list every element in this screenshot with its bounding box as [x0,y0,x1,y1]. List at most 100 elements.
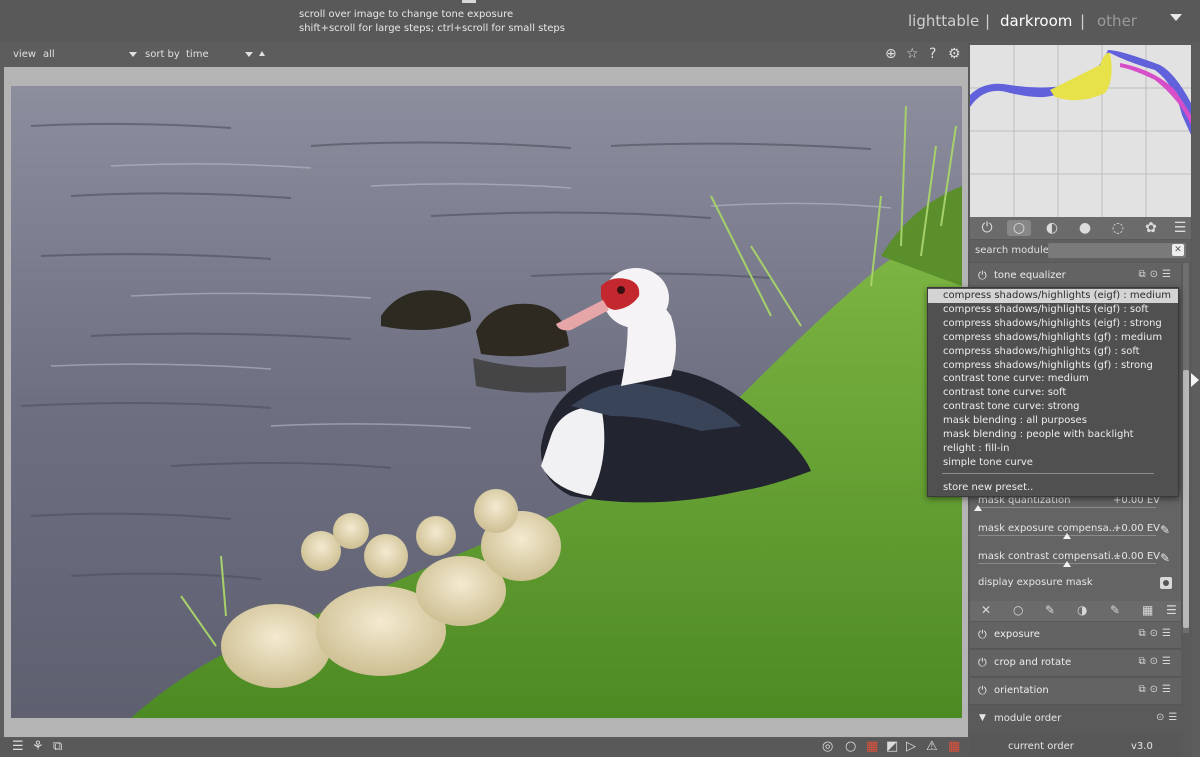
effect-icon[interactable]: ✿ [1143,220,1159,236]
histogram-graph [970,45,1191,217]
power-icon[interactable]: ⏻ [978,684,987,698]
module-order-header[interactable]: ▼ module order ⊙☰ [970,706,1181,732]
star-icon[interactable]: ☆ [906,46,919,62]
param-value: +0.00 EV [1113,551,1160,562]
circle-icon[interactable]: ○ [1007,220,1031,236]
sort-by-label: sort by [145,49,180,60]
param-slider-thumb[interactable] [1063,533,1071,539]
correct-icon[interactable]: ◌ [1110,220,1126,236]
off-icon[interactable]: ✕ [981,603,991,617]
clear-search-icon[interactable]: ✕ [1172,244,1184,256]
module-order-title: module order [994,713,1062,724]
bottom-toolbar: ☰ ⚘ ⧉ ◎ ○ ▦ ◩ ▷ ⚠ ▦ [0,738,968,757]
help-icon[interactable]: ? [929,46,936,62]
preset-item[interactable]: simple tone curve [928,456,1178,470]
drawn-mask-icon[interactable]: ✎ [1045,603,1055,617]
uniform-icon[interactable]: ○ [1013,603,1023,617]
view-switcher: lighttable | darkroom | other [900,0,1200,42]
current-order-row: current order v3.0 [970,733,1181,757]
chevron-down-icon[interactable] [129,52,137,57]
preset-item[interactable]: compress shadows/highlights (eigf) : med… [928,289,1178,303]
scrollbar-thumb[interactable] [1183,370,1189,628]
raster-mask-icon[interactable]: ▦ [1142,603,1153,617]
clipping-indicator-icon[interactable]: ◩ [886,739,898,754]
power-icon[interactable]: ⏻ [978,628,987,642]
module-action-icons[interactable]: ⧉⊙☰ [1139,269,1175,280]
preset-item[interactable]: compress shadows/highlights (eigf) : str… [928,317,1178,331]
view-other-link[interactable]: other [1097,12,1137,30]
menu-icon[interactable]: ☰ [1166,603,1177,617]
module-header-exposure[interactable]: ⏻ exposure ⧉⊙☰ [970,622,1181,649]
quick-access-menu-icon[interactable]: ☰ [12,739,24,754]
drawn-parametric-icon[interactable]: ✎ [1110,603,1120,617]
color-picker-icon[interactable]: ✎ [1160,551,1170,565]
module-header-orientation[interactable]: ⏻ orientation ⧉⊙☰ [970,678,1181,705]
module-action-icons[interactable]: ⧉⊙☰ [1139,628,1175,639]
param-mask-exposure-compensation[interactable]: mask exposure compensa... +0.00 EV ✎ [970,519,1181,547]
expand-triangle-icon[interactable]: ▼ [979,713,986,723]
gamut-check-icon[interactable]: ⚠ [926,739,938,754]
tooltip-text-line2: shift+scroll for large steps; ctrl+scrol… [299,23,565,34]
view-filter-select[interactable]: all [43,49,55,60]
softproof-icon[interactable]: ▷ [906,739,916,754]
sort-by-select[interactable]: time [186,49,209,60]
param-mask-contrast-compensation[interactable]: mask contrast compensati... +0.00 EV ✎ [970,547,1181,575]
param-slider-thumb[interactable] [974,505,982,511]
preset-item[interactable]: mask blending : people with backlight [928,428,1178,442]
duck-photo-image [11,86,962,718]
module-group-tabs: ⏻ ○ ◐ ● ◌ ✿ ☰ [970,217,1191,239]
module-header-tone-equalizer[interactable]: ⏻ tone equalizer ⧉⊙☰ [970,263,1181,290]
display-exposure-mask-row[interactable]: display exposure mask [970,573,1181,601]
collapse-right-panel-icon[interactable] [1191,373,1199,387]
power-icon[interactable]: ⏻ [978,269,987,283]
search-module-input[interactable] [1048,243,1186,258]
view-separator: | [985,12,991,30]
preset-item[interactable]: contrast tone curve: medium [928,372,1178,386]
color-picker-icon[interactable]: ✎ [1160,523,1170,537]
parametric-mask-icon[interactable]: ◑ [1077,603,1087,617]
module-name: exposure [994,629,1040,640]
raw-overexposed-icon[interactable]: ▦ [866,739,878,754]
param-slider-track[interactable] [978,507,1156,508]
preset-item[interactable]: mask blending : all purposes [928,414,1178,428]
module-action-icons[interactable]: ⧉⊙☰ [1139,656,1175,667]
display-mask-label: display exposure mask [978,577,1093,588]
gear-icon[interactable]: ⚙ [948,46,961,62]
guides-icon[interactable]: ▦ [948,739,960,754]
preset-item[interactable]: compress shadows/highlights (gf) : stron… [928,359,1178,373]
module-action-icons[interactable]: ⧉⊙☰ [1139,684,1175,695]
current-order-value: v3.0 [1131,741,1153,752]
views-dropdown-icon[interactable] [1170,14,1182,21]
module-order-icons[interactable]: ⊙☰ [1156,712,1181,723]
grouping-icon[interactable]: ⊕ [885,46,897,62]
menu-icon[interactable]: ☰ [1172,220,1188,236]
gradient-icon[interactable]: ◐ [1044,220,1060,236]
module-name: crop and rotate [994,657,1072,668]
preset-item[interactable]: relight : fill-in [928,442,1178,456]
power-icon[interactable]: ⏻ [978,656,987,670]
mask-toggle-icon[interactable] [1160,577,1172,589]
preset-item[interactable]: contrast tone curve: strong [928,400,1178,414]
tooltip-pointer [462,0,476,3]
photo-canvas[interactable] [11,86,962,718]
iso12646-icon[interactable]: ○ [845,739,856,754]
color-wheel-icon[interactable]: ● [1077,220,1093,236]
preset-item[interactable]: compress shadows/highlights (gf) : mediu… [928,331,1178,345]
preset-item[interactable]: contrast tone curve: soft [928,386,1178,400]
view-filter-label: view [13,49,37,60]
param-label: mask contrast compensati... [978,551,1121,562]
sort-order-icon[interactable] [259,51,265,56]
second-window-icon[interactable]: ⧉ [53,739,62,754]
preset-item[interactable]: compress shadows/highlights (gf) : soft [928,345,1178,359]
focus-peaking-icon[interactable]: ◎ [822,739,833,754]
param-slider-thumb[interactable] [1063,561,1071,567]
view-lighttable-link[interactable]: lighttable [908,12,979,30]
module-header-crop-and-rotate[interactable]: ⏻ crop and rotate ⧉⊙☰ [970,650,1181,677]
histogram[interactable] [970,45,1191,217]
preset-item[interactable]: compress shadows/highlights (eigf) : sof… [928,303,1178,317]
power-icon[interactable]: ⏻ [979,220,995,236]
store-new-preset-item[interactable]: store new preset.. [928,481,1178,495]
view-darkroom-link[interactable]: darkroom [1000,12,1072,30]
styles-icon[interactable]: ⚘ [32,739,44,754]
chevron-down-icon[interactable] [245,52,253,57]
